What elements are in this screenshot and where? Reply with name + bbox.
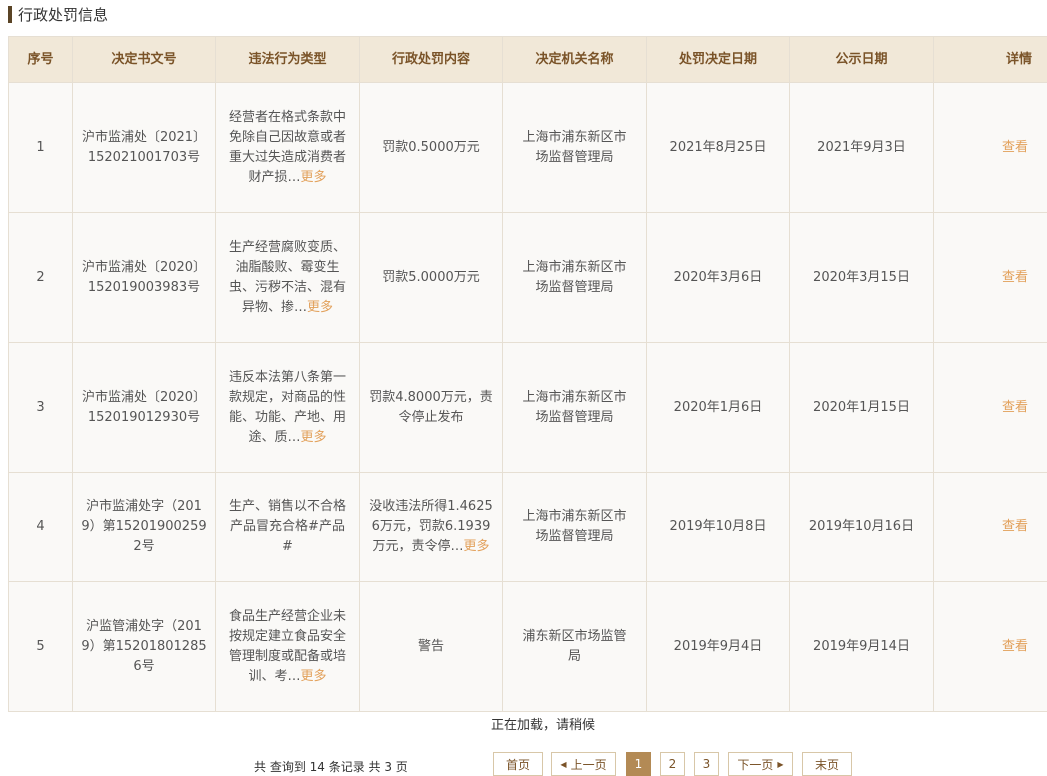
violation-type-text: 食品生产经营企业未按规定建立食品安全管理制度或配备或培训、考… [228,608,346,684]
cell-no: 3 [8,342,73,473]
view-link[interactable]: 查看 [1002,519,1028,534]
violation-type-text: 生产、销售以不合格产品冒充合格#产品# [228,499,346,554]
more-link[interactable]: 更多 [464,539,490,554]
cell-penalty-content: 没收违法所得1.46256万元，罚款6.1939万元，责令停…更多 [359,472,503,582]
cell-decision-date: 2020年3月6日 [646,212,790,343]
cell-no: 5 [8,581,73,712]
table-row: 2 沪市监浦处〔2020〕152019003983号 生产经营腐败变质、油脂酸败… [8,212,1047,343]
more-link[interactable]: 更多 [301,170,327,185]
more-link[interactable]: 更多 [301,669,327,684]
cell-publish-date: 2020年3月15日 [789,212,934,343]
section-title: 行政处罚信息 [8,4,108,24]
cell-doc-no: 沪市监浦处〔2020〕152019003983号 [72,212,216,343]
prev-page-button[interactable]: ◀ 上一页 [551,752,616,776]
more-link[interactable]: 更多 [301,430,327,445]
penalty-table: 序号 决定书文号 违法行为类型 行政处罚内容 决定机关名称 处罚决定日期 公示日… [8,36,1047,712]
header-decision-date: 处罚决定日期 [646,36,790,83]
loading-text: 正在加载，请稍候 [490,718,595,733]
table-header-row: 序号 决定书文号 违法行为类型 行政处罚内容 决定机关名称 处罚决定日期 公示日… [8,36,1047,83]
cell-decision-date: 2019年10月8日 [646,472,790,582]
cell-doc-no: 沪市监浦处〔2020〕152019012930号 [72,342,216,473]
pagination-summary: 共 查询到 14 条记录 共 3 页 [254,760,408,774]
cell-authority: 上海市浦东新区市场监督管理局 [502,82,647,213]
header-authority: 决定机关名称 [502,36,647,83]
cell-no: 1 [8,82,73,213]
cell-violation-type: 食品生产经营企业未按规定建立食品安全管理制度或配备或培训、考…更多 [215,581,360,712]
cell-publish-date: 2019年9月14日 [789,581,934,712]
cell-violation-type: 生产经营腐败变质、油脂酸败、霉变生虫、污秽不洁、混有异物、掺…更多 [215,212,360,343]
cell-details: 查看 [933,472,1047,582]
cell-details: 查看 [933,82,1047,213]
chevron-left-icon: ◀ [560,759,567,769]
cell-no: 2 [8,212,73,343]
chevron-right-icon: ▶ [777,759,784,769]
cell-authority: 浦东新区市场监管局 [502,581,647,712]
view-link[interactable]: 查看 [1002,639,1028,654]
header-details: 详情 [933,36,1047,83]
view-link[interactable]: 查看 [1002,270,1028,285]
page-button-1[interactable]: 1 [626,752,651,776]
cell-penalty-content: 罚款0.5000万元 [359,82,503,213]
cell-details: 查看 [933,212,1047,343]
next-page-label: 下一页 [737,757,774,772]
view-link[interactable]: 查看 [1002,400,1028,415]
cell-publish-date: 2020年1月15日 [789,342,934,473]
cell-doc-no: 沪市监浦处〔2021〕152021001703号 [72,82,216,213]
cell-violation-type: 违反本法第八条第一款规定，对商品的性能、功能、产地、用途、质…更多 [215,342,360,473]
header-penalty-content: 行政处罚内容 [359,36,503,83]
last-page-button[interactable]: 末页 [802,752,852,776]
cell-publish-date: 2019年10月16日 [789,472,934,582]
header-publish-date: 公示日期 [789,36,934,83]
cell-no: 4 [8,472,73,582]
view-link[interactable]: 查看 [1002,140,1028,155]
prev-page-label: 上一页 [570,757,607,772]
table-row: 1 沪市监浦处〔2021〕152021001703号 经营者在格式条款中免除自己… [8,82,1047,213]
cell-decision-date: 2019年9月4日 [646,581,790,712]
cell-penalty-content: 警告 [359,581,503,712]
violation-type-text: 违反本法第八条第一款规定，对商品的性能、功能、产地、用途、质… [228,369,346,445]
header-violation-type: 违法行为类型 [215,36,360,83]
page-button-2[interactable]: 2 [660,752,685,776]
cell-doc-no: 沪监管浦处字（2019）第152018012856号 [72,581,216,712]
next-page-button[interactable]: 下一页 ▶ [728,752,793,776]
more-link[interactable]: 更多 [307,300,333,315]
cell-decision-date: 2021年8月25日 [646,82,790,213]
table-row: 4 沪市监浦处字（2019）第152019002592号 生产、销售以不合格产品… [8,472,1047,582]
cell-details: 查看 [933,581,1047,712]
cell-penalty-content: 罚款5.0000万元 [359,212,503,343]
cell-details: 查看 [933,342,1047,473]
header-doc-no: 决定书文号 [72,36,216,83]
cell-authority: 上海市浦东新区市场监督管理局 [502,342,647,473]
violation-type-text: 经营者在格式条款中免除自己因故意或者重大过失造成消费者财产损… [228,109,346,185]
table-row: 5 沪监管浦处字（2019）第152018012856号 食品生产经营企业未按规… [8,581,1047,712]
cell-publish-date: 2021年9月3日 [789,82,934,213]
title-accent-bar [8,5,12,23]
first-page-button[interactable]: 首页 [493,752,543,776]
cell-violation-type: 生产、销售以不合格产品冒充合格#产品# [215,472,360,582]
header-no: 序号 [8,36,73,83]
cell-doc-no: 沪市监浦处字（2019）第152019002592号 [72,472,216,582]
cell-decision-date: 2020年1月6日 [646,342,790,473]
table-row: 3 沪市监浦处〔2020〕152019012930号 违反本法第八条第一款规定，… [8,342,1047,473]
page-button-3[interactable]: 3 [694,752,719,776]
cell-violation-type: 经营者在格式条款中免除自己因故意或者重大过失造成消费者财产损…更多 [215,82,360,213]
section-title-text: 行政处罚信息 [18,5,109,24]
cell-penalty-content: 罚款4.8000万元，责令停止发布 [359,342,503,473]
cell-authority: 上海市浦东新区市场监督管理局 [502,472,647,582]
cell-authority: 上海市浦东新区市场监督管理局 [502,212,647,343]
